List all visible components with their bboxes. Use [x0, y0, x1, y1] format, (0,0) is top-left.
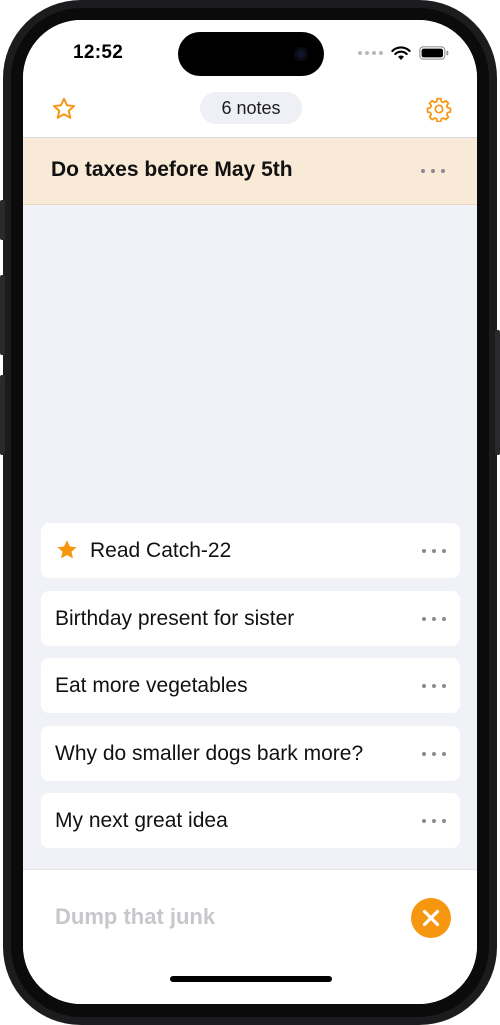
note-text: My next great idea [55, 809, 228, 832]
composer: Dump that junk [23, 869, 477, 1004]
gear-icon[interactable] [426, 96, 452, 122]
note-text: Birthday present for sister [55, 607, 295, 630]
close-icon [422, 909, 440, 927]
note-ellipsis-icon[interactable] [422, 683, 446, 689]
notes-count-badge[interactable]: 6 notes [200, 92, 302, 124]
screen: 12:52 6 notes Do taxes before May 5th Re… [23, 20, 477, 1004]
note-card[interactable]: Read Catch-22 [41, 523, 460, 578]
star-filled-icon [57, 540, 77, 559]
power-button [495, 330, 500, 455]
clear-button[interactable] [411, 898, 451, 938]
note-card[interactable]: Birthday present for sister [41, 591, 460, 646]
note-text: Read Catch-22 [90, 539, 232, 562]
note-input[interactable]: Dump that junk [55, 904, 215, 930]
volume-down-button [0, 375, 5, 455]
note-card[interactable]: Eat more vegetables [41, 658, 460, 713]
note-card[interactable]: Why do smaller dogs bark more? [41, 726, 460, 781]
top-nav: 6 notes [23, 90, 477, 138]
volume-up-button [0, 275, 5, 355]
front-camera [294, 47, 308, 61]
dynamic-island [178, 32, 324, 76]
status-time: 12:52 [73, 42, 124, 63]
note-ellipsis-icon[interactable] [422, 818, 446, 824]
battery-icon [419, 46, 449, 60]
note-ellipsis-icon[interactable] [422, 548, 446, 554]
status-icons [358, 45, 449, 60]
home-indicator[interactable] [170, 976, 332, 982]
note-card[interactable]: My next great idea [41, 793, 460, 848]
notes-list: Read Catch-22 Birthday present for siste… [23, 205, 477, 869]
note-text: Eat more vegetables [55, 674, 248, 697]
action-button [0, 200, 5, 240]
wifi-icon [391, 45, 411, 60]
note-text: Why do smaller dogs bark more? [55, 742, 364, 765]
pinned-note-ellipsis-icon[interactable] [421, 168, 445, 174]
star-outline-icon[interactable] [51, 96, 77, 122]
pinned-note[interactable]: Do taxes before May 5th [23, 138, 477, 205]
status-bar: 12:52 [23, 20, 477, 90]
cellular-signal-icon [358, 51, 383, 55]
pinned-note-text: Do taxes before May 5th [51, 158, 293, 181]
note-ellipsis-icon[interactable] [422, 616, 446, 622]
note-ellipsis-icon[interactable] [422, 751, 446, 757]
